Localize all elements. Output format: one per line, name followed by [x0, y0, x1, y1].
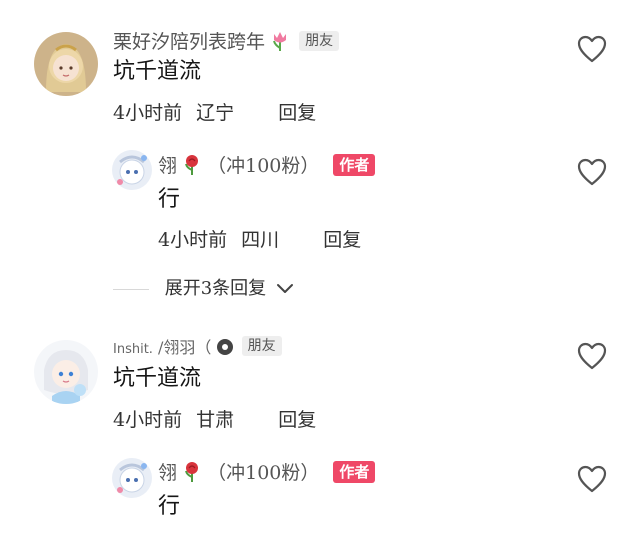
chevron-down-icon — [276, 284, 293, 293]
comment-text[interactable]: 坑千道流 — [113, 365, 201, 393]
heart-icon[interactable] — [577, 158, 607, 186]
comment-meta: 4小时前 甘肃 回复 — [113, 408, 324, 432]
reply-button[interactable]: 回复 — [278, 409, 316, 431]
friend-badge: 朋友 — [299, 31, 340, 51]
rose-icon — [185, 155, 199, 175]
comment-time: 4小时前 — [113, 409, 183, 431]
reply-button[interactable]: 回复 — [278, 102, 316, 124]
username-text[interactable]: 翎 — [158, 155, 177, 177]
comment-username[interactable]: Inshit. /翎羽（ 朋友 — [113, 336, 282, 362]
record-icon — [216, 339, 233, 355]
avatar[interactable] — [112, 150, 152, 190]
reply-button[interactable]: 回复 — [323, 229, 361, 251]
reply-text[interactable]: 行 — [158, 186, 180, 214]
author-badge: 作者 — [333, 154, 376, 176]
heart-icon[interactable] — [577, 342, 607, 370]
username-text[interactable]: 栗好汐陪列表跨年 — [113, 31, 265, 53]
avatar[interactable] — [34, 340, 98, 404]
reply-username[interactable]: 翎 （冲100粉） 作者 — [158, 461, 376, 485]
comment-location: 辽宁 — [196, 102, 235, 124]
username-suffix[interactable]: （冲100粉） — [207, 155, 319, 177]
rose-icon — [185, 462, 199, 482]
expand-replies-button[interactable]: 展开3条回复 — [113, 277, 294, 301]
reply-location: 四川 — [241, 229, 280, 251]
reply-text[interactable]: 行 — [158, 493, 180, 521]
expand-label[interactable]: 展开3条回复 — [165, 278, 266, 299]
avatar[interactable] — [112, 458, 152, 498]
comment-meta: 4小时前 辽宁 回复 — [113, 101, 324, 125]
reply-username[interactable]: 翎 （冲100粉） 作者 — [158, 154, 376, 178]
comment-username[interactable]: 栗好汐陪列表跨年 朋友 — [113, 30, 340, 54]
reply-meta: 4小时前 四川 回复 — [158, 228, 369, 252]
username-text[interactable]: 翎 — [158, 462, 177, 484]
username-sep[interactable]: /翎羽（ — [158, 338, 211, 357]
tulip-icon — [273, 32, 287, 51]
avatar[interactable] — [34, 32, 98, 96]
heart-icon[interactable] — [577, 35, 607, 63]
comment-location: 甘肃 — [196, 409, 235, 431]
heart-icon[interactable] — [577, 465, 607, 493]
author-badge: 作者 — [333, 461, 376, 483]
friend-badge: 朋友 — [241, 336, 282, 356]
username-text[interactable]: Inshit. — [113, 342, 153, 357]
reply-time: 4小时前 — [158, 229, 228, 251]
divider — [113, 288, 149, 290]
username-suffix[interactable]: （冲100粉） — [207, 462, 319, 484]
comment-text[interactable]: 坑千道流 — [113, 58, 201, 86]
comment-time: 4小时前 — [113, 102, 183, 124]
